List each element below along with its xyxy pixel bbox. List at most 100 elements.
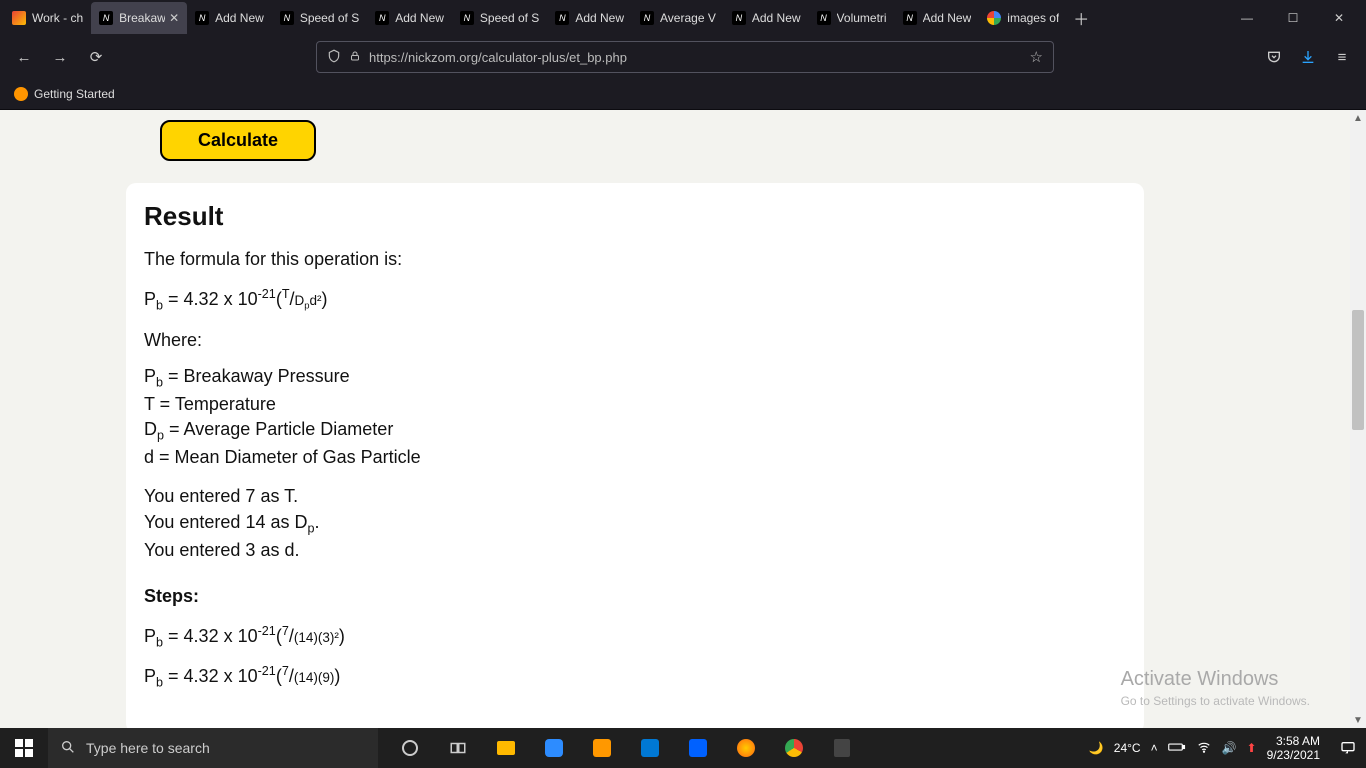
def-dp: Dp = Average Particle Diameter xyxy=(144,417,1126,445)
tab-title: Add New xyxy=(395,11,444,25)
bookmarks-toolbar: Getting Started xyxy=(0,78,1366,110)
tab-title: Work - ch xyxy=(32,11,83,25)
window-close-button[interactable]: ✕ xyxy=(1316,2,1362,34)
tab-title: Speed of S xyxy=(480,11,539,25)
scroll-thumb[interactable] xyxy=(1352,310,1364,430)
tab-title: Add New xyxy=(923,11,972,25)
def-d: d = Mean Diameter of Gas Particle xyxy=(144,445,1126,470)
file-explorer-icon[interactable] xyxy=(482,728,530,768)
taskbar-apps xyxy=(386,728,866,768)
site-icon: N xyxy=(732,11,746,25)
shield-icon xyxy=(327,49,341,66)
page-content: Calculate Result The formula for this op… xyxy=(0,110,1366,728)
weather-icon[interactable]: 🌙 xyxy=(1089,741,1104,755)
definitions: Pb = Breakaway Pressure T = Temperature … xyxy=(144,364,1126,471)
scroll-down-arrow[interactable]: ▼ xyxy=(1350,712,1366,728)
tab-work[interactable]: Work - ch xyxy=(4,2,91,34)
vscode-icon[interactable] xyxy=(626,728,674,768)
task-view-icon[interactable] xyxy=(434,728,482,768)
volume-icon[interactable]: 🔊 xyxy=(1222,741,1237,755)
app-menu-icon[interactable]: ≡ xyxy=(1326,41,1358,73)
step-1: Pb = 4.32 x 10-21(7/(14)(3)²) xyxy=(144,624,1126,650)
clock[interactable]: 3:58 AM 9/23/2021 xyxy=(1267,734,1320,763)
where-label: Where: xyxy=(144,327,1126,354)
tab-addnew-2[interactable]: N Add New xyxy=(367,2,452,34)
site-icon: N xyxy=(555,11,569,25)
window-maximize-button[interactable]: ☐ xyxy=(1270,2,1316,34)
def-pb: Pb = Breakaway Pressure xyxy=(144,364,1126,392)
tab-images[interactable]: images of xyxy=(979,2,1067,34)
window-minimize-button[interactable]: ― xyxy=(1224,2,1270,34)
watermark-subtitle: Go to Settings to activate Windows. xyxy=(1121,693,1310,710)
calculate-button[interactable]: Calculate xyxy=(160,120,316,161)
downloads-icon[interactable] xyxy=(1292,41,1324,73)
tab-addnew-5[interactable]: N Add New xyxy=(895,2,980,34)
weather-temp[interactable]: 24°C xyxy=(1114,741,1141,755)
taskbar: Type here to search 🌙 24°C ˄ 🔊 ⬆ 3:58 AM… xyxy=(0,728,1366,768)
dropbox-icon[interactable] xyxy=(674,728,722,768)
entered-values: You entered 7 as T. You entered 14 as Dp… xyxy=(144,484,1126,563)
vertical-scrollbar[interactable]: ▲ ▼ xyxy=(1350,110,1366,728)
pocket-icon[interactable] xyxy=(1258,41,1290,73)
entered-t: You entered 7 as T. xyxy=(144,484,1126,509)
tab-speed-1[interactable]: N Speed of S xyxy=(272,2,367,34)
action-center-icon[interactable] xyxy=(1330,728,1366,768)
formula-exponent: -21 xyxy=(258,287,276,301)
new-tab-button[interactable]: ＋ xyxy=(1067,4,1095,32)
windows-icon xyxy=(15,739,33,757)
toolbar-right: ≡ xyxy=(1258,41,1358,73)
cortana-icon[interactable] xyxy=(386,728,434,768)
calculator-icon[interactable] xyxy=(818,728,866,768)
battery-icon[interactable] xyxy=(1168,741,1186,756)
taskbar-search[interactable]: Type here to search xyxy=(48,728,378,768)
lock-icon xyxy=(349,50,361,65)
start-button[interactable] xyxy=(0,728,48,768)
bookmark-star-icon[interactable]: ☆ xyxy=(1030,48,1043,66)
tab-strip: Work - ch N Breakaw ✕ N Add New N Speed … xyxy=(0,0,1366,36)
system-tray: 🌙 24°C ˄ 🔊 ⬆ 3:58 AM 9/23/2021 xyxy=(1079,734,1330,763)
tab-speed-2[interactable]: N Speed of S xyxy=(452,2,547,34)
site-icon: N xyxy=(375,11,389,25)
entered-d: You entered 3 as d. xyxy=(144,538,1126,563)
forward-button[interactable]: → xyxy=(44,41,76,73)
firefox-taskbar-icon[interactable] xyxy=(722,728,770,768)
bookmark-label: Getting Started xyxy=(34,87,115,101)
tab-breakaway[interactable]: N Breakaw ✕ xyxy=(91,2,187,34)
tab-title: Speed of S xyxy=(300,11,359,25)
def-pb-text: Breakaway Pressure xyxy=(184,366,350,386)
reload-button[interactable]: ⟳ xyxy=(80,41,112,73)
sublime-icon[interactable] xyxy=(578,728,626,768)
step1-exp: -21 xyxy=(258,624,276,638)
zoom-icon[interactable] xyxy=(530,728,578,768)
tab-addnew-1[interactable]: N Add New xyxy=(187,2,272,34)
formula-constant: 4.32 x 10 xyxy=(184,289,258,309)
site-icon: N xyxy=(640,11,654,25)
tab-title: Add New xyxy=(575,11,624,25)
tab-addnew-4[interactable]: N Add New xyxy=(724,2,809,34)
tab-volumetric[interactable]: N Volumetri xyxy=(809,2,895,34)
formula-general: Pb = 4.32 x 10-21(T/Dpd²) xyxy=(144,287,1126,313)
security-icon[interactable]: ⬆ xyxy=(1247,741,1257,755)
firefox-icon xyxy=(14,87,28,101)
step2-num: 7 xyxy=(282,664,289,678)
step1-num: 7 xyxy=(282,624,289,638)
site-icon: N xyxy=(903,11,917,25)
search-icon xyxy=(60,739,76,758)
tray-chevron-icon[interactable]: ˄ xyxy=(1151,741,1158,755)
chrome-icon[interactable] xyxy=(770,728,818,768)
back-button[interactable]: ← xyxy=(8,41,40,73)
step-2: Pb = 4.32 x 10-21(7/(14)(9)) xyxy=(144,664,1126,690)
site-icon: N xyxy=(817,11,831,25)
address-bar[interactable]: https://nickzom.org/calculator-plus/et_b… xyxy=(316,41,1054,73)
window-controls: ― ☐ ✕ xyxy=(1224,2,1362,34)
tab-average[interactable]: N Average V xyxy=(632,2,724,34)
step2-exp: -21 xyxy=(258,664,276,678)
result-heading: Result xyxy=(144,201,1126,232)
tab-title: Add New xyxy=(215,11,264,25)
steps-label: Steps: xyxy=(144,583,1126,610)
close-icon[interactable]: ✕ xyxy=(169,11,179,25)
bookmark-getting-started[interactable]: Getting Started xyxy=(8,83,121,105)
tab-addnew-3[interactable]: N Add New xyxy=(547,2,632,34)
wifi-icon[interactable] xyxy=(1196,740,1212,757)
scroll-up-arrow[interactable]: ▲ xyxy=(1350,110,1366,126)
